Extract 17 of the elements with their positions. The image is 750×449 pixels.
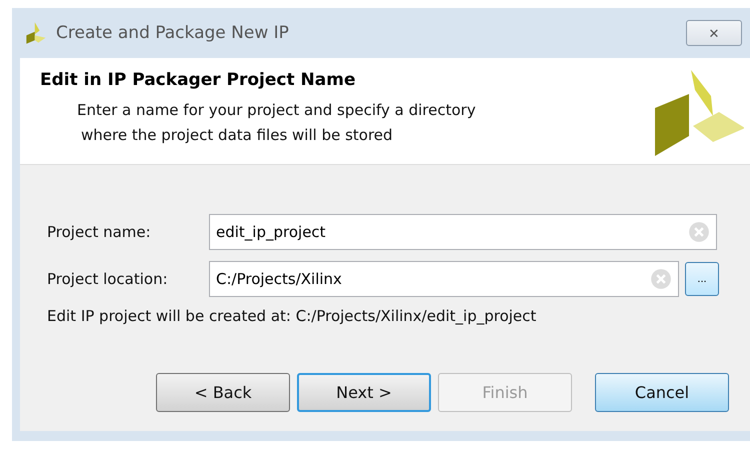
page-description: Enter a name for your project and specify a directory where the project data files will be stored bbox=[77, 100, 476, 146]
page-title: Edit in IP Packager Project Name bbox=[40, 70, 356, 90]
input-field[interactable]: C:/Projects/Xilinx bbox=[209, 260, 679, 296]
clear-icon[interactable] bbox=[688, 220, 710, 242]
wizard-button[interactable]: Next > bbox=[297, 373, 431, 412]
clear-icon[interactable] bbox=[650, 268, 672, 290]
input-field[interactable]: edit_ip_project bbox=[209, 214, 717, 250]
browse-button[interactable]: ... bbox=[685, 262, 719, 296]
field-label: Project location: bbox=[47, 270, 169, 288]
field-label: Project name: bbox=[47, 222, 152, 240]
info-text: Edit IP project will be created at: C:/Projects/Xilinx/edit_ip_project bbox=[47, 307, 538, 325]
wizard-button[interactable]: Cancel bbox=[595, 373, 729, 412]
logo-icon bbox=[24, 21, 48, 45]
wizard-button[interactable]: < Back bbox=[156, 373, 290, 412]
close-button[interactable]: ✕ bbox=[686, 20, 742, 46]
logo-icon bbox=[652, 68, 744, 158]
window-title: Create and Package New IP bbox=[56, 23, 290, 43]
